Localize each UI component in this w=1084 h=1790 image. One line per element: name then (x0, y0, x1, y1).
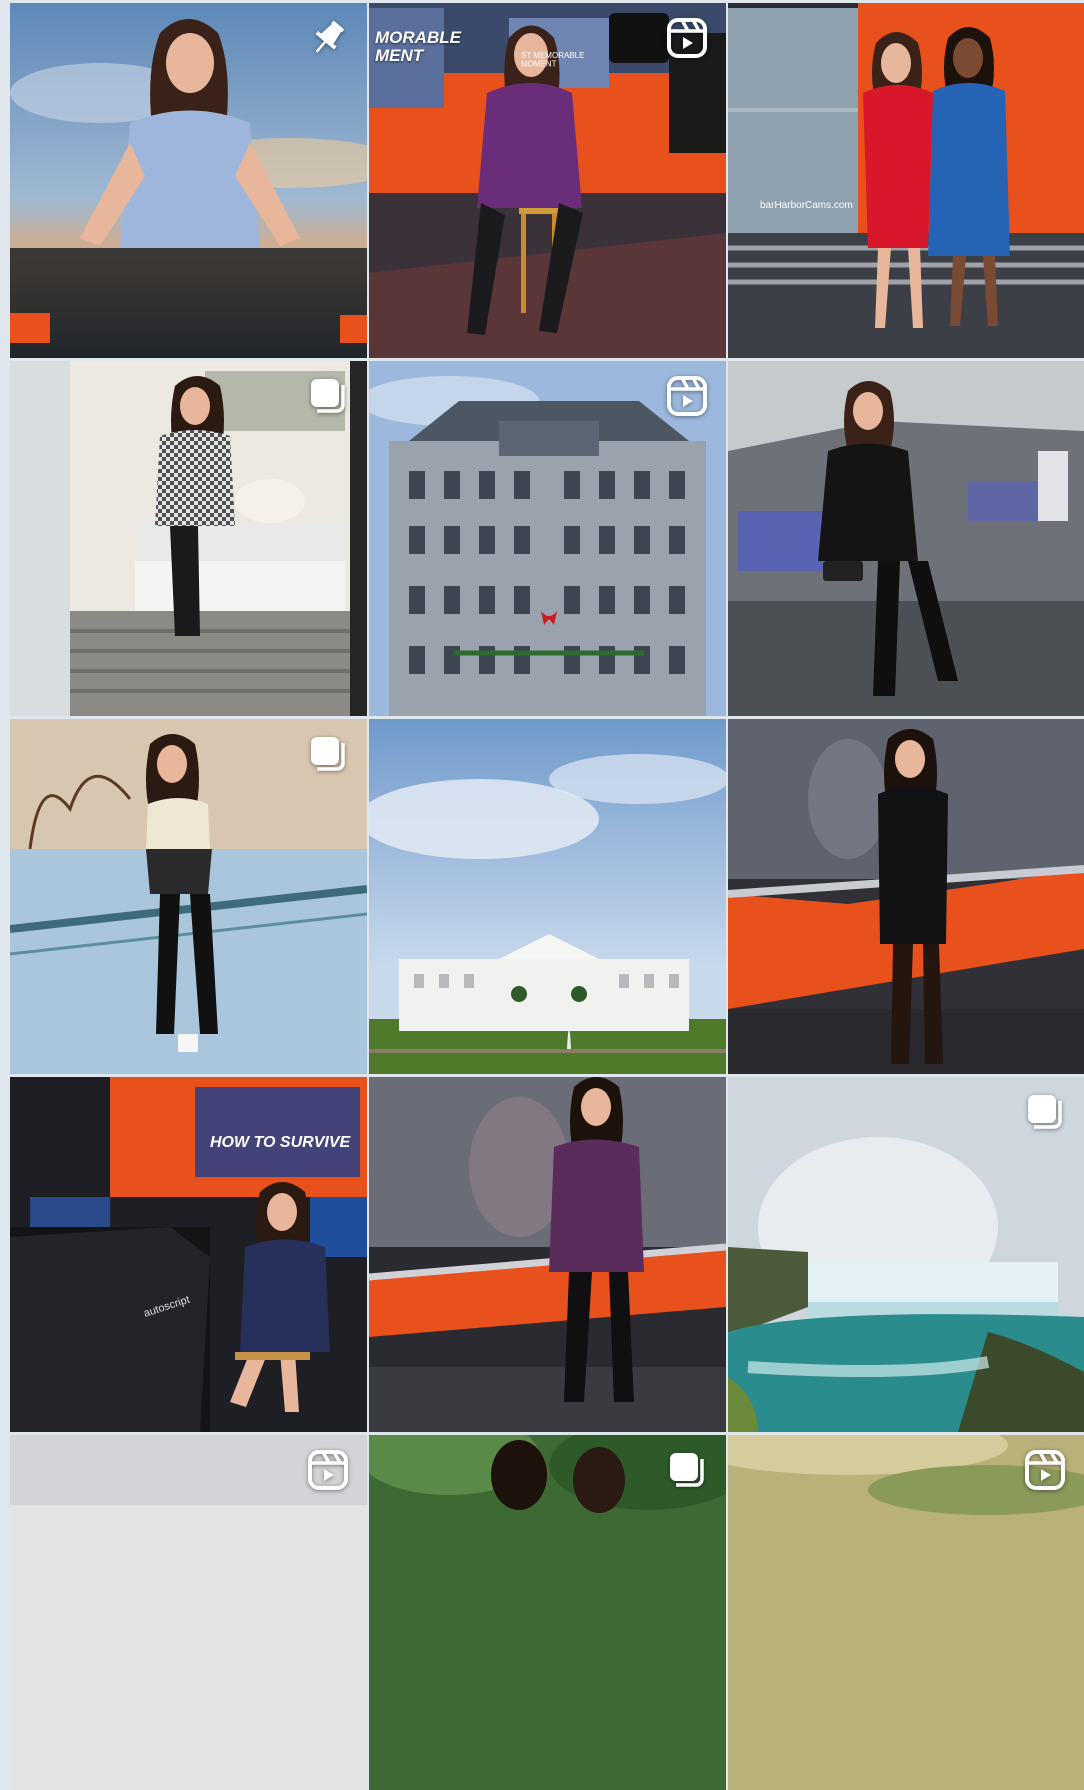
grid-tile-9[interactable] (728, 719, 1084, 1074)
photo-white-house (369, 719, 726, 1074)
reel-icon (666, 17, 708, 59)
photo-purple-top-studio (369, 1077, 726, 1432)
reel-icon (666, 375, 708, 417)
carousel-icon (1024, 1091, 1066, 1133)
grid-tile-3[interactable]: barHarborCams.com (728, 3, 1084, 358)
grid-tile-11[interactable] (369, 1077, 726, 1432)
grid-tile-2[interactable]: MORABLE MENT ST MEMORABLE MOMENT (369, 3, 726, 358)
carousel-icon (307, 375, 349, 417)
photo-metro-train (728, 361, 1084, 716)
grid-tile-1[interactable] (10, 3, 367, 358)
grid-tile-8[interactable] (369, 719, 726, 1074)
grid-tile-15[interactable] (728, 1435, 1084, 1790)
reel-icon (307, 1449, 349, 1491)
grid-tile-7[interactable] (10, 719, 367, 1074)
grid-tile-6[interactable] (728, 361, 1084, 716)
grid-tile-13[interactable] (10, 1435, 367, 1790)
reel-icon (1024, 1449, 1066, 1491)
photo-weather-desk: HOW TO SURVIVE autoscript (10, 1077, 367, 1432)
pin-icon (307, 17, 349, 59)
grid-tile-10[interactable]: HOW TO SURVIVE autoscript (10, 1077, 367, 1432)
carousel-icon (666, 1449, 708, 1491)
profile-post-grid: MORABLE MENT ST MEMORABLE MOMENT barHarb… (10, 3, 1084, 1790)
screen-watermark: barHarborCams.com (760, 200, 853, 211)
photo-black-dress-studio (728, 719, 1084, 1074)
grid-tile-14[interactable] (369, 1435, 726, 1790)
grid-tile-12[interactable] (728, 1077, 1084, 1432)
grid-tile-4[interactable] (10, 361, 367, 716)
carousel-icon (307, 733, 349, 775)
grid-tile-5[interactable] (369, 361, 726, 716)
screen-headline: HOW TO SURVIVE (210, 1134, 351, 1151)
photo-two-anchors: barHarborCams.com (728, 3, 1084, 358)
